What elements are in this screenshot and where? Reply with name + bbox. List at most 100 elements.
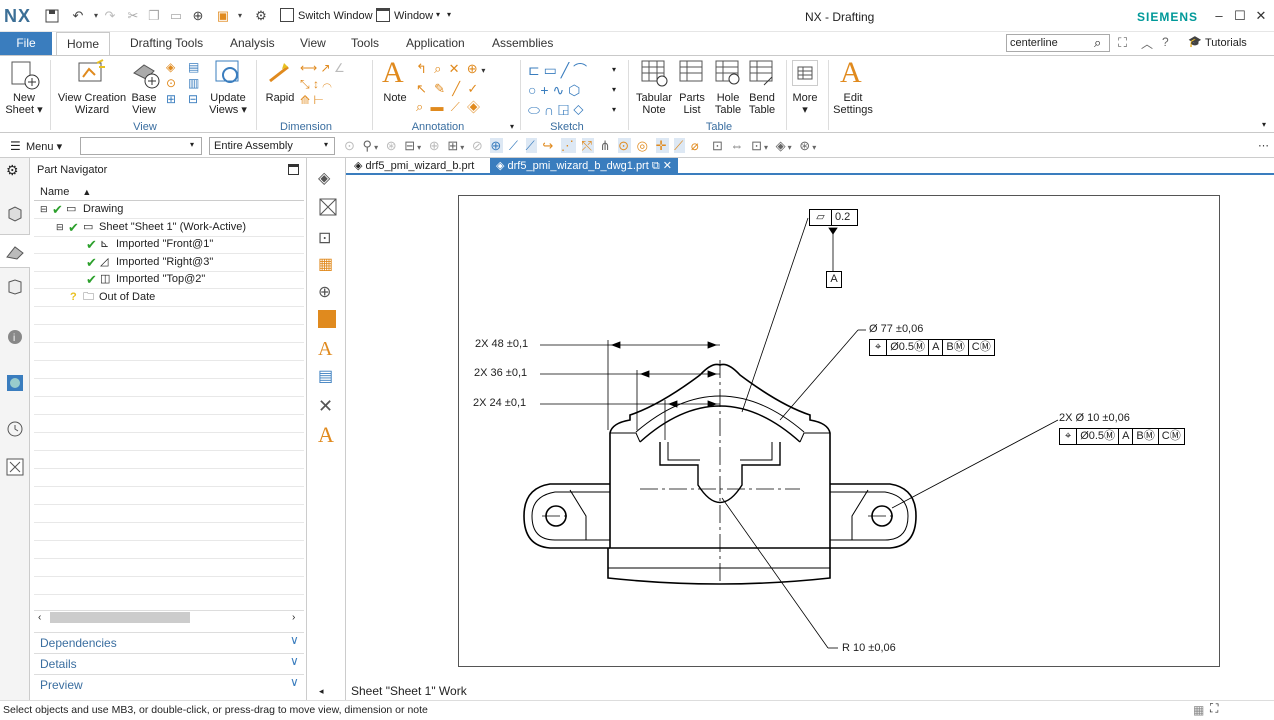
doc-tab-model[interactable]: ◈ drf5_pmi_wizard_b.prt [348, 158, 480, 175]
close-icon[interactable]: ✕ [1253, 8, 1269, 24]
sketch-fillet-icon[interactable]: ◲ [558, 102, 569, 118]
sketch-polygon-icon[interactable]: ⬡ [568, 82, 580, 98]
area-fill-icon[interactable]: ◈ [467, 99, 480, 114]
search-icon[interactable]: ⌕ [1094, 35, 1101, 51]
menu-icon[interactable]: ☰ [10, 139, 21, 153]
sketch-chamfer-icon[interactable]: ◇ [573, 102, 584, 118]
tree-row[interactable]: ⊟ ✔ ▭ Drawing [34, 201, 304, 219]
snap-endpoint-icon[interactable]: ⊕ [490, 138, 504, 153]
sketch-dropdowns[interactable]: ▾ ▾ ▾ [612, 60, 616, 120]
tab-application[interactable]: Application [396, 32, 475, 55]
view-orient-icon[interactable]: ⊡ [712, 138, 725, 153]
tab-restore-icon[interactable]: ⧉ [652, 160, 660, 172]
preview-panel[interactable]: Preview [34, 674, 304, 694]
update-views-button[interactable]: Update Views ▾ [207, 92, 249, 116]
help-icon[interactable]: ? [1162, 35, 1169, 49]
ribbon-options-icon[interactable]: ▾ [1262, 120, 1266, 129]
snap-existing-point-icon[interactable]: ✛ [655, 138, 669, 153]
thickness-dimension-icon[interactable]: ↕ [313, 77, 319, 91]
menu-button[interactable]: Menu ▾ [26, 140, 62, 153]
perimeter-dimension-icon[interactable]: ⟰ [300, 93, 310, 107]
linear-dimension-icon[interactable]: ⟷ [300, 61, 317, 75]
chevron-down-icon[interactable]: ∨ [290, 675, 299, 689]
tab-drafting-tools[interactable]: Drafting Tools [120, 32, 213, 55]
cancel-tool-icon[interactable]: ✕ [318, 396, 340, 418]
constraint-navigator-icon[interactable] [6, 278, 24, 296]
tabular-note-button[interactable]: Tabular Note [634, 92, 674, 116]
tab-file[interactable]: File [0, 32, 52, 55]
collapse-toolbar-icon[interactable]: ◂ [319, 686, 324, 697]
save-icon[interactable] [44, 8, 60, 24]
tree-row[interactable]: ✔ ◿ Imported "Right@3" [34, 254, 304, 272]
annotation-tool-icon[interactable]: A [318, 422, 340, 447]
display-options-icon[interactable]: ⊛ [799, 138, 812, 153]
fit-view-icon[interactable]: ⇔ [730, 138, 745, 153]
show-dimensions-icon[interactable]: ⊞ [447, 138, 460, 153]
chamfer-dimension-icon[interactable]: ⤡ [300, 77, 310, 91]
undo-icon[interactable]: ↶ [70, 8, 86, 24]
broken-view-icon[interactable]: ▥ [188, 76, 208, 92]
snap-intersection-icon[interactable]: ⤲ [581, 138, 594, 153]
deselect-icon[interactable]: ⊟ [404, 138, 417, 153]
tutorials-icon[interactable]: 🎓 [1188, 35, 1202, 48]
sketch-conic-icon[interactable]: ∩ [544, 102, 554, 118]
select-all-icon[interactable]: ⊛ [386, 138, 399, 153]
snap-arc-center-icon[interactable]: ⋔ [600, 138, 613, 153]
orange-tool-icon[interactable] [318, 310, 336, 328]
base-view-tool-icon[interactable]: ◈ [318, 168, 340, 190]
datum-a-label[interactable]: A [826, 271, 842, 288]
parts-list-button[interactable]: Parts List [674, 92, 710, 116]
edit-settings-button[interactable]: Edit Settings [832, 92, 874, 116]
cut-icon[interactable]: ✂ [125, 8, 141, 24]
sketch-arc-icon[interactable]: ⌒ [573, 62, 587, 78]
sketch-spline-icon[interactable]: ∿ [552, 82, 564, 98]
tab-home[interactable]: Home [56, 32, 111, 56]
type-filter-dropdown-icon[interactable]: ▾ [190, 140, 194, 149]
sketch-line-icon[interactable]: ╱ [561, 62, 569, 78]
general-selection-icon[interactable]: ⊙ [344, 138, 357, 153]
snap-enable-icon[interactable]: ⊘ [472, 138, 485, 153]
redo-icon[interactable]: ↷ [102, 8, 118, 24]
section-view-icon[interactable]: ⊞ [166, 92, 186, 108]
scope-dropdown-icon[interactable]: ▾ [324, 140, 328, 149]
quick-access-more-icon[interactable]: ▾ [447, 10, 451, 19]
tab-view[interactable]: View [290, 32, 336, 55]
details-panel[interactable]: Details [34, 653, 304, 673]
radius-text[interactable]: R 10 ±0,06 [842, 642, 896, 654]
target-point-icon[interactable]: ⊕ [467, 61, 478, 76]
update-tool-icon[interactable]: ▤ [318, 366, 340, 388]
snap-tangent-icon[interactable]: ⟋ [674, 138, 686, 153]
type-filter-select[interactable] [80, 137, 202, 155]
minimize-icon[interactable]: – [1211, 8, 1227, 24]
history-icon[interactable] [6, 420, 24, 438]
note-button[interactable]: Note [378, 92, 412, 104]
resource-settings-icon[interactable]: ⚙ [6, 162, 24, 180]
status-fullscreen-icon[interactable]: ⛶ [1210, 701, 1218, 716]
angular-dimension-icon[interactable]: ∠ [334, 61, 345, 75]
window-menu[interactable]: Window [394, 10, 433, 22]
toolbar-overflow-icon[interactable]: ⋯ [1258, 139, 1269, 152]
scroll-left-icon[interactable]: ‹ [38, 612, 41, 623]
render-style-icon[interactable]: ◈ [776, 138, 788, 153]
annotation-more-icon[interactable]: ▾ [510, 122, 514, 131]
name-column-header[interactable]: Name ▲ [34, 184, 304, 201]
view-boundary-icon[interactable]: ⊟ [188, 92, 208, 108]
crosshatch-icon[interactable]: ⟋ [451, 99, 460, 114]
tab-close-icon[interactable]: ✕ [663, 160, 672, 172]
snap-quadrant-icon[interactable]: ⊙ [618, 138, 632, 153]
snap-curve-icon[interactable]: ↪ [542, 138, 555, 153]
weld-symbol-icon[interactable]: ╱ [452, 81, 460, 96]
dim-24-text[interactable]: 2X 24 ±0,1 [473, 397, 526, 409]
tutorials-link[interactable]: Tutorials [1205, 37, 1247, 49]
new-view-icon[interactable]: ⊕ [318, 282, 340, 304]
sketch-ellipse-icon[interactable]: ⬭ [528, 102, 540, 118]
window-dropdown-icon[interactable]: ▾ [436, 10, 440, 19]
view-style-icon[interactable]: ⊡ [318, 228, 340, 250]
sketch-circle-icon[interactable]: ○ [528, 82, 536, 98]
sketch-rectangle-icon[interactable]: ▭ [544, 62, 557, 78]
paste-icon[interactable]: ▭ [168, 8, 184, 24]
zoom-icon[interactable]: ⊡ [751, 138, 764, 153]
delete-view-icon[interactable] [318, 197, 340, 219]
tab-tools[interactable]: Tools [341, 32, 389, 55]
leader-icon[interactable]: ↖ [416, 81, 427, 96]
